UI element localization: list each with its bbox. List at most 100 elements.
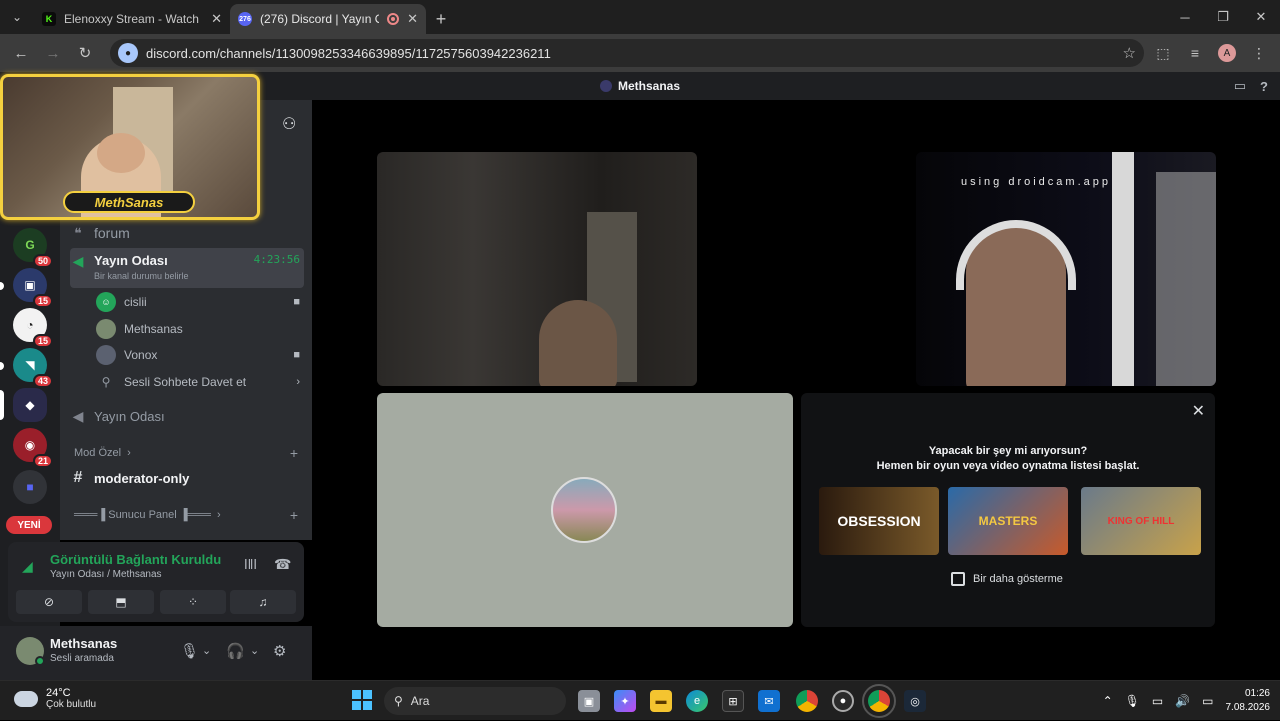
- outlook-icon[interactable]: ✉: [758, 690, 780, 712]
- activities-button[interactable]: ⁘: [160, 590, 226, 614]
- screen-share-button[interactable]: ⬒: [88, 590, 154, 614]
- window-frame: [1156, 172, 1216, 386]
- profile-button[interactable]: A: [1214, 40, 1240, 66]
- add-channel-icon[interactable]: +: [290, 445, 298, 461]
- settings-gear-icon[interactable]: ⚙: [273, 642, 286, 660]
- tab-discord[interactable]: 276 (276) Discord | Yayın Odası ✕: [230, 4, 426, 34]
- store-icon[interactable]: ⊞: [722, 690, 744, 712]
- weather-widget[interactable]: 24°C Çok bulutlu: [14, 687, 96, 710]
- channel-voice-other[interactable]: ◀ Yayın Odası: [70, 405, 304, 427]
- tab-search-icon[interactable]: ⌄: [0, 0, 34, 34]
- task-view-icon[interactable]: ▣: [578, 690, 600, 712]
- volume-icon[interactable]: 🔊: [1175, 694, 1190, 708]
- channel-forum[interactable]: ❝ forum: [70, 222, 304, 244]
- media-controls-icon[interactable]: ≡: [1182, 40, 1208, 66]
- forum-icon: ❝: [74, 224, 82, 241]
- user-name[interactable]: Methsanas: [50, 636, 117, 651]
- microphone-icon[interactable]: 🎙: [1125, 694, 1140, 708]
- dont-show-again[interactable]: Bir daha gösterme: [951, 572, 1063, 586]
- server-icon-6[interactable]: ◉ 21: [13, 428, 53, 468]
- taskbar-search[interactable]: ⚲ Ara: [384, 687, 566, 715]
- battery-icon[interactable]: ▭: [1202, 694, 1213, 708]
- address-bar[interactable]: ● discord.com/channels/11300982533466398…: [110, 39, 1144, 67]
- voice-user-cislii[interactable]: ☺ cislii ■: [96, 290, 300, 314]
- category-mod[interactable]: Mod Özel ›: [74, 447, 131, 459]
- extensions-icon[interactable]: ⬚: [1150, 40, 1176, 66]
- steam-icon[interactable]: ◎: [904, 690, 926, 712]
- forward-button[interactable]: →: [40, 40, 66, 66]
- camera-toggle-button[interactable]: ⊘: [16, 590, 82, 614]
- channel-voice-active[interactable]: ◀ Yayın Odası Bir kanal durumu belirle 4…: [70, 248, 304, 288]
- title-actions: ▭ ?: [1234, 72, 1268, 100]
- reload-button[interactable]: ↻: [72, 40, 98, 66]
- site-info-icon[interactable]: ●: [118, 43, 138, 63]
- chevron-down-icon[interactable]: ⌄: [250, 644, 259, 657]
- voice-user-methsanas[interactable]: Methsanas: [96, 317, 300, 341]
- chrome-icon[interactable]: [796, 690, 818, 712]
- server-icon-1[interactable]: G 50: [13, 228, 53, 268]
- checkbox[interactable]: [951, 572, 965, 586]
- help-icon[interactable]: ?: [1260, 79, 1268, 94]
- inbox-icon[interactable]: ▭: [1234, 78, 1246, 94]
- server-icon-active[interactable]: ◆: [13, 388, 47, 422]
- channel-status-hint[interactable]: Bir kanal durumu belirle: [94, 271, 246, 281]
- voice-user-vonox[interactable]: Vonox ■: [96, 343, 300, 367]
- activity-thumb-masters[interactable]: MASTERS: [948, 487, 1068, 555]
- folder-icon[interactable]: ■: [13, 470, 47, 504]
- edge-icon[interactable]: e: [686, 690, 708, 712]
- screen-share-icon: ⬒: [115, 595, 127, 609]
- copilot-icon[interactable]: ✦: [614, 690, 636, 712]
- maximize-icon[interactable]: ❐: [1204, 0, 1242, 34]
- minimize-icon[interactable]: ─: [1166, 0, 1204, 34]
- windows-taskbar: 24°C Çok bulutlu ⚲ Ara ▣ ✦ ▬ e ⊞ ✉ ● ◎ ⌃…: [0, 680, 1280, 720]
- add-channel-icon[interactable]: +: [290, 507, 298, 523]
- voice-location[interactable]: Yayın Odası / Methsanas: [50, 569, 162, 580]
- file-explorer-icon[interactable]: ▬: [650, 690, 672, 712]
- video-tile-3[interactable]: [377, 393, 793, 627]
- microphone-icon[interactable]: 🎙: [180, 642, 199, 660]
- server-icon-4[interactable]: ◥ 43: [13, 348, 53, 388]
- system-tray: ⌃ 🎙 ▭ 🔊 ▭ 01:26 7.08.2026: [1103, 681, 1270, 721]
- network-icon[interactable]: ▭: [1152, 694, 1163, 708]
- soundboard-icon: ♫: [258, 595, 268, 609]
- channel-moderator-only[interactable]: # moderator-only: [70, 467, 304, 489]
- video-tile-2[interactable]: using droidcam.app: [916, 152, 1216, 386]
- user-avatar: [96, 345, 116, 365]
- time: 01:26: [1244, 688, 1270, 699]
- activity-thumb-obsession[interactable]: OBSESSION: [819, 487, 939, 555]
- start-icon[interactable]: [352, 690, 372, 710]
- close-icon[interactable]: ✕: [1192, 401, 1205, 421]
- hash-icon: #: [73, 469, 83, 486]
- new-tab-button[interactable]: +: [426, 4, 456, 34]
- chrome-active-icon[interactable]: [862, 684, 896, 718]
- speaker-icon: ◀: [72, 253, 84, 269]
- soundboard-button[interactable]: ♫: [230, 590, 296, 614]
- menu-kebab-icon[interactable]: ⋮: [1246, 40, 1272, 66]
- noise-suppression-icon[interactable]: ǀǁǀ: [244, 556, 257, 572]
- back-button[interactable]: ←: [8, 40, 34, 66]
- close-window-icon[interactable]: ✕: [1242, 0, 1280, 34]
- server-icon-3[interactable]: ◔ 15: [13, 308, 53, 348]
- category-panel[interactable]: ═══▐ Sunucu Panel ▐═══ ›: [74, 509, 221, 521]
- headphones-icon[interactable]: 🎧: [226, 642, 245, 660]
- close-tab-icon[interactable]: ✕: [211, 11, 222, 27]
- add-friend-icon[interactable]: ⚇: [282, 114, 296, 134]
- video-tile-1[interactable]: [377, 152, 697, 386]
- clock[interactable]: 01:26 7.08.2026: [1226, 687, 1271, 715]
- chevron-down-icon[interactable]: ⌄: [202, 644, 211, 657]
- chevron-up-icon[interactable]: ⌃: [1103, 694, 1113, 708]
- close-tab-icon[interactable]: ✕: [407, 11, 418, 27]
- server-icon-2[interactable]: ▣ 15: [13, 268, 53, 308]
- obs-icon[interactable]: ●: [832, 690, 854, 712]
- activity-thumb-king-of-hill[interactable]: KING OF HILL: [1081, 487, 1201, 555]
- invite-to-voice[interactable]: ⚲ Sesli Sohbete Davet et ›: [96, 370, 300, 394]
- speaker-icon: ◀: [72, 407, 84, 424]
- disconnect-icon[interactable]: ☎: [274, 556, 291, 573]
- tab-kick[interactable]: K Elenoxxy Stream - Watch Live o ✕: [34, 4, 230, 34]
- chevron-right-icon: ›: [296, 376, 300, 388]
- bookmark-star-icon[interactable]: ☆: [1123, 44, 1136, 62]
- signal-icon[interactable]: ◢: [22, 558, 33, 575]
- kick-favicon-icon: K: [42, 12, 56, 26]
- voice-status[interactable]: Görüntülü Bağlantı Kuruldu: [50, 552, 221, 567]
- promo-title: Yapacak bir şey mi arıyorsun?: [928, 445, 1088, 457]
